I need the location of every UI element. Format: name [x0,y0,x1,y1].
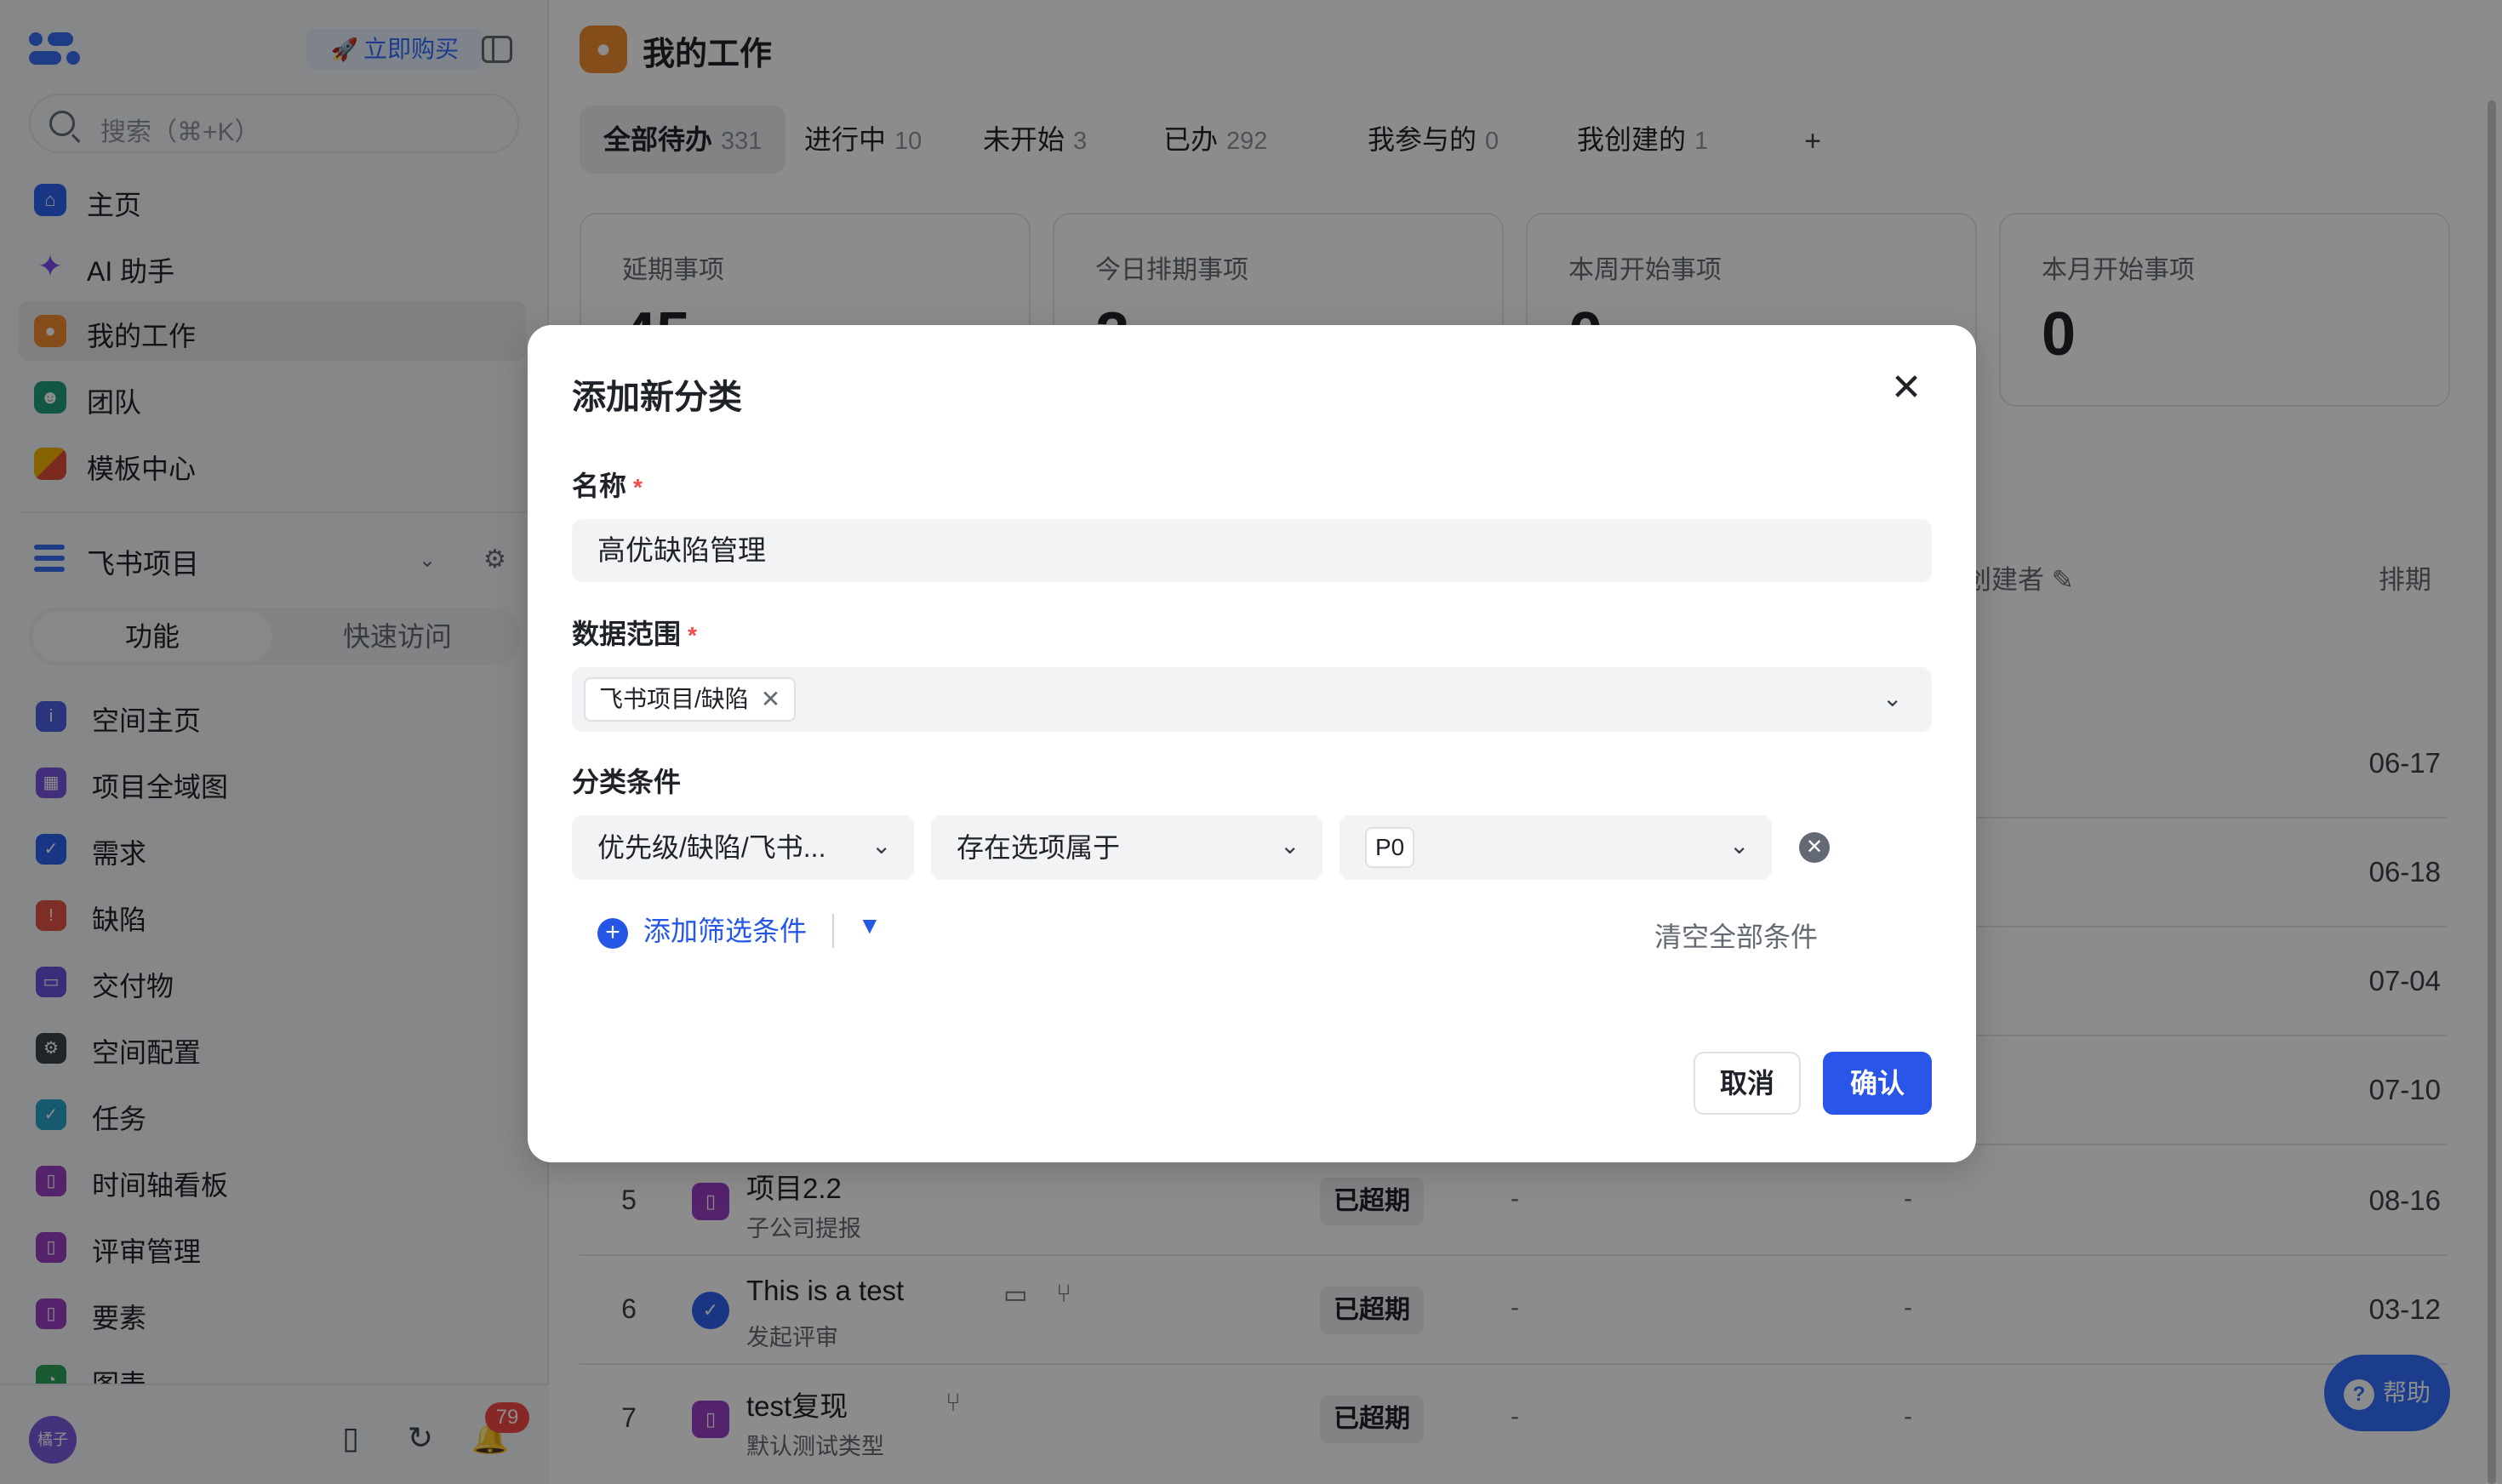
required-mark: * [688,622,697,648]
chevron-down-icon: ⌄ [1882,685,1903,711]
scope-select[interactable]: 飞书项目/缺陷 ✕ ⌄ [572,667,1932,732]
remove-condition-icon[interactable]: ✕ [1799,832,1830,863]
chip-label: 飞书项目/缺陷 [599,686,749,712]
add-filter-button[interactable]: + 添加筛选条件 [597,909,807,953]
name-label: 名称 * [572,465,643,504]
add-filter-label: 添加筛选条件 [643,916,808,946]
select-value: 优先级/缺陷/飞书... [597,832,826,863]
value-chip: P0 [1365,827,1415,868]
chevron-down-icon: ⌄ [1729,832,1750,859]
divider [832,914,834,948]
scope-label: 数据范围 * [572,613,697,652]
chevron-down-icon: ⌄ [871,832,892,859]
name-field[interactable]: 高优缺陷管理 [572,519,1932,582]
label-text: 数据范围 [572,619,682,649]
select-value: 存在选项属于 [957,832,1121,863]
confirm-button[interactable]: 确认 [1823,1052,1932,1115]
dialog-title: 添加新分类 [572,379,742,416]
condition-value-select[interactable]: P0 ⌄ [1340,815,1772,880]
condition-field-select[interactable]: 优先级/缺陷/飞书... ⌄ [572,815,914,880]
add-category-dialog: 添加新分类 ✕ 名称 * 高优缺陷管理 数据范围 * 飞书项目/缺陷 ✕ ⌄ 分类条件… [528,325,1976,1162]
condition-label: 分类条件 [572,767,682,797]
caret-down-icon[interactable]: ▼ [858,912,882,939]
plus-circle-icon: + [597,917,628,949]
chevron-down-icon: ⌄ [1280,832,1300,859]
cancel-button[interactable]: 取消 [1694,1052,1801,1115]
close-icon[interactable]: ✕ [1884,366,1928,410]
clear-all-conditions-button[interactable]: 清空全部条件 [1654,916,1818,955]
chip-remove-icon[interactable]: ✕ [761,686,780,712]
condition-operator-select[interactable]: 存在选项属于 ⌄ [931,815,1322,880]
required-mark: * [633,474,643,500]
scope-chip: 飞书项目/缺陷 ✕ [584,677,797,722]
label-text: 名称 [572,471,627,501]
